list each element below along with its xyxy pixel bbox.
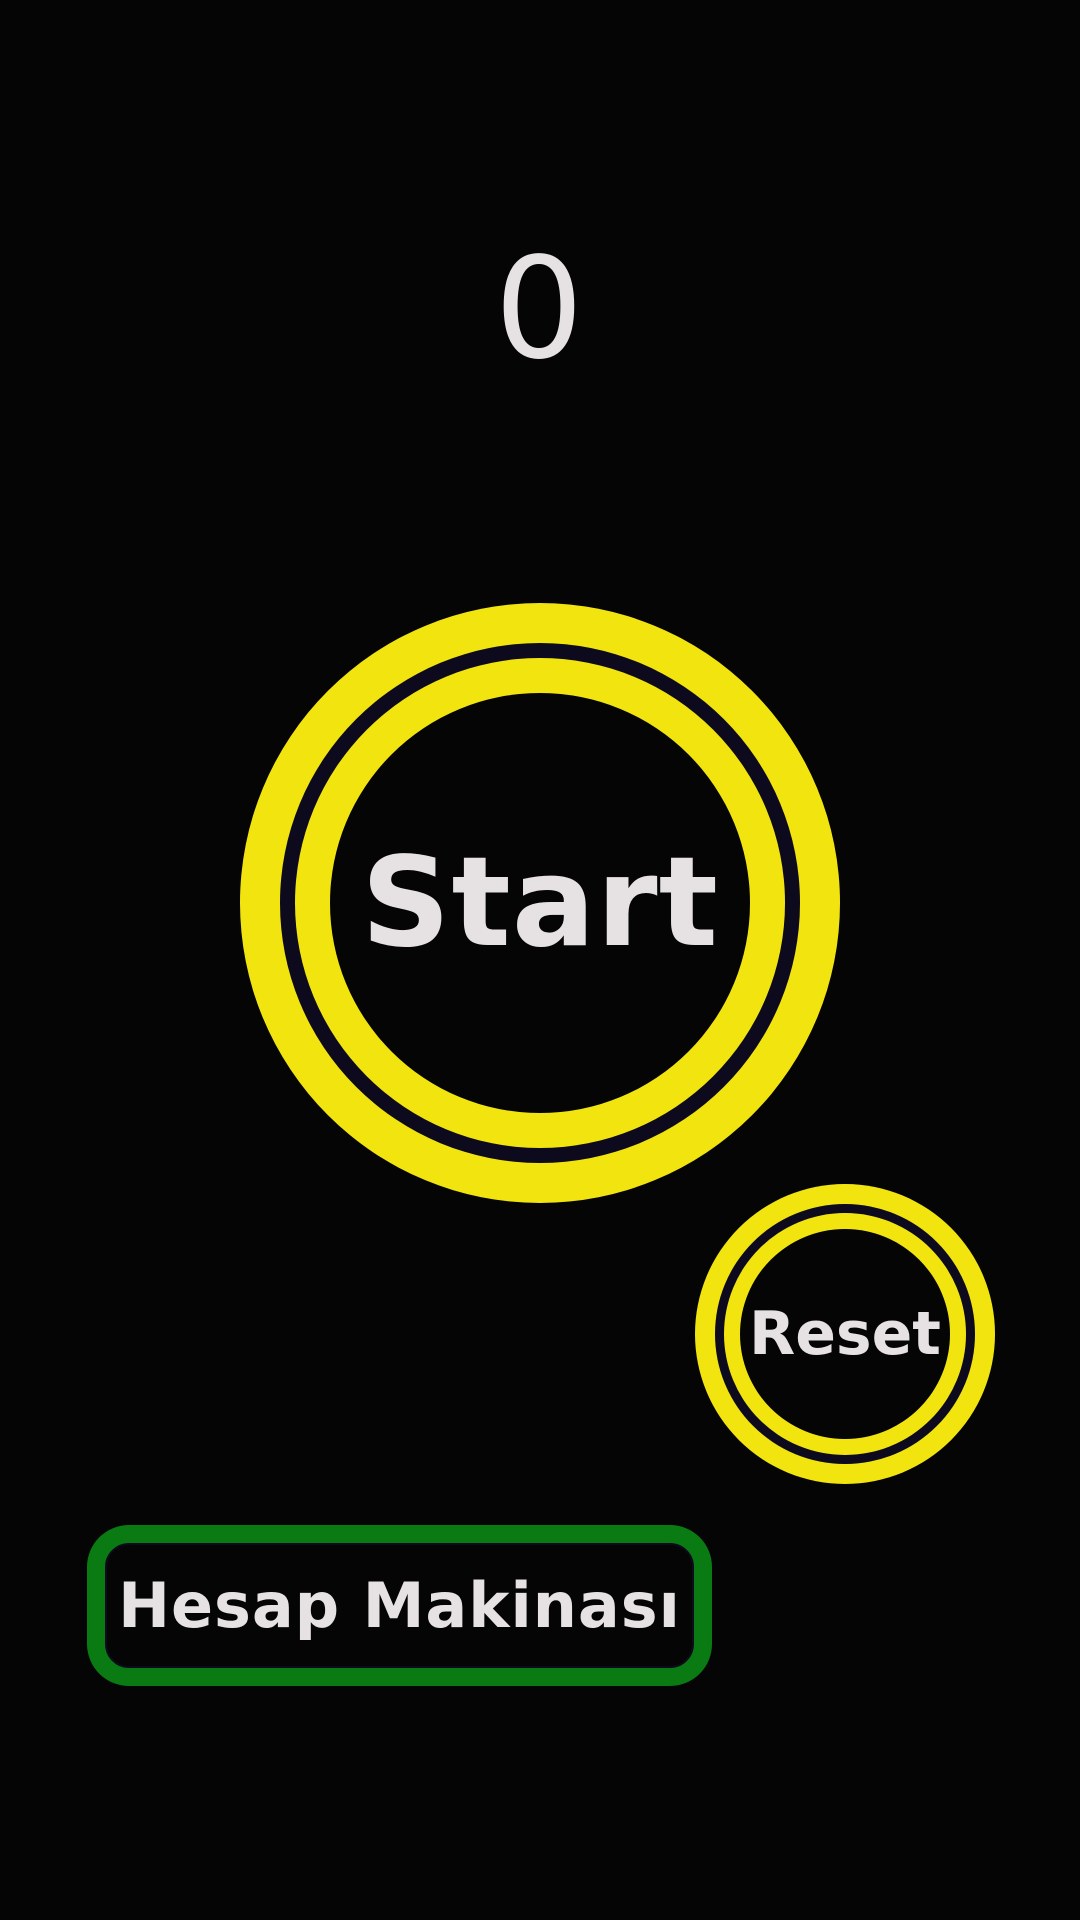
reset-button-label: Reset (749, 1299, 941, 1369)
reset-button[interactable]: Reset (695, 1184, 995, 1484)
counter-screen: 0 Start Reset Hesap Makinası (0, 0, 1080, 1920)
counter-display: 0 (494, 228, 586, 391)
start-button[interactable]: Start (240, 603, 840, 1203)
calculator-button-label: Hesap Makinası (118, 1569, 681, 1642)
start-button-label: Start (361, 831, 719, 975)
calculator-button[interactable]: Hesap Makinası (87, 1525, 712, 1686)
